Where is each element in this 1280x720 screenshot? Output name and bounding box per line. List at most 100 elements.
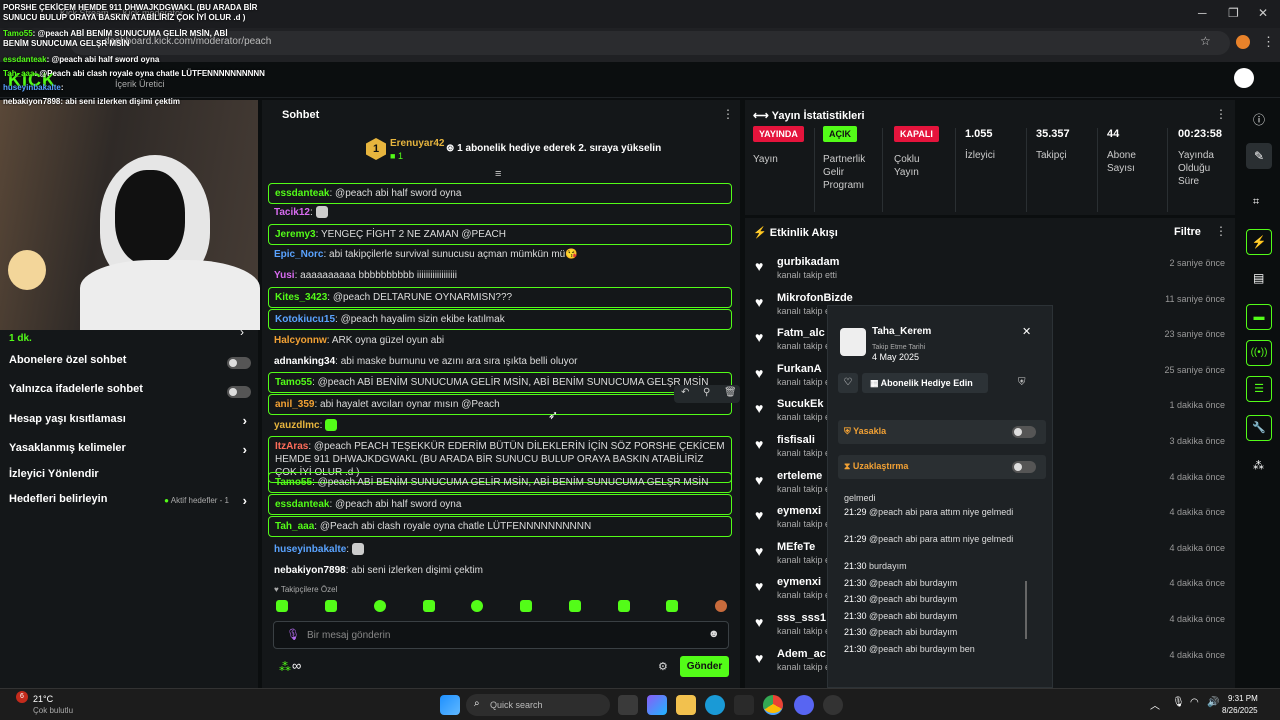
emote-only-toggle[interactable]: [227, 386, 251, 398]
chat-username[interactable]: Tah_aaa: [275, 521, 314, 532]
gift-sub-button[interactable]: ▦ Abonelik Hediye Edin: [862, 373, 988, 393]
chat-menu-icon[interactable]: ⋮: [722, 107, 734, 121]
ban-toggle[interactable]: [1012, 426, 1036, 438]
mic-tray-icon[interactable]: 🎙: [1172, 697, 1185, 708]
chevron-right-icon[interactable]: ›: [240, 325, 244, 339]
chat-message[interactable]: adnanking34: abi maske burnunu ve azını …: [268, 352, 732, 371]
timeout-toggle[interactable]: [1012, 461, 1036, 473]
activity-username[interactable]: Fatm_alc: [777, 327, 825, 339]
banned-words-row[interactable]: Yasaklanmış kelimeler ›: [9, 442, 251, 462]
activity-username[interactable]: sss_sss1: [777, 612, 826, 624]
chat-username[interactable]: huseyinbakalte: [274, 544, 346, 555]
timeout-row[interactable]: ⧗ Uzaklaştırma: [838, 455, 1046, 479]
apps-icon[interactable]: ⁂: [1253, 459, 1264, 472]
follow-heart-button[interactable]: ♡: [838, 373, 858, 393]
file-explorer-icon[interactable]: [676, 695, 696, 715]
activity-username[interactable]: fisfisali: [777, 434, 815, 446]
activity-item[interactable]: ♥ gurbikadam kanalı takip etti 2 saniye önc…: [755, 256, 1225, 291]
chat-username[interactable]: adnanking34: [274, 356, 335, 367]
task-view-icon[interactable]: [618, 695, 638, 715]
chat-message[interactable]: Jeremy3: YENGEÇ FİGHT 2 NE ZAMAN @PEACH: [268, 224, 732, 245]
activity-username[interactable]: FurkanA: [777, 363, 822, 375]
broadcast-icon[interactable]: ((•)): [1246, 340, 1272, 366]
chat-message[interactable]: Kotokiucu15: @peach hayalim sizin ekibe …: [268, 309, 732, 330]
mod-shield-icon[interactable]: ⛨: [1018, 377, 1026, 388]
close-icon[interactable]: ✕: [1022, 325, 1031, 338]
chat-message[interactable]: Tamo55: @peach ABİ BENİM SUNUCUMA GELİR …: [268, 472, 732, 493]
chat-username[interactable]: Kotokiucu15: [275, 314, 335, 325]
chat-message[interactable]: yauzdlmc:: [268, 416, 732, 435]
send-button[interactable]: Gönder: [680, 656, 729, 677]
start-button[interactable]: [440, 695, 460, 715]
clock-time[interactable]: 9:31 PM: [1228, 694, 1258, 703]
emote-icon[interactable]: [520, 600, 532, 612]
chat-message[interactable]: essdanteak: @peach abi half sword oyna: [268, 183, 732, 204]
emote-icon[interactable]: [569, 600, 581, 612]
activity-menu-icon[interactable]: ⋮: [1215, 224, 1227, 238]
subscriber-only-toggle[interactable]: [227, 357, 251, 369]
minimize-button[interactable]: ─: [1198, 6, 1207, 20]
chat-username[interactable]: Kites_3423: [275, 292, 327, 303]
chat-message[interactable]: anil_359: abi hayalet avcıları oynar mıs…: [268, 394, 732, 415]
lightning-icon[interactable]: ⚡: [1246, 229, 1272, 255]
emote-icon[interactable]: [423, 600, 435, 612]
delete-icon[interactable]: 🗑: [724, 387, 737, 398]
chat-username[interactable]: Jeremy3: [275, 229, 316, 240]
activity-username[interactable]: MEfeTe: [777, 541, 815, 553]
edit-icon[interactable]: ✎: [1246, 143, 1272, 169]
chat-username[interactable]: anil_359: [275, 399, 314, 410]
browser-menu-icon[interactable]: ⋮: [1262, 34, 1275, 50]
filter-button[interactable]: Filtre: [1174, 226, 1201, 238]
weather-desc[interactable]: Çok bulutlu: [33, 706, 73, 715]
chat-input[interactable]: 🎙 Bir mesaj gönderin ☻: [273, 621, 729, 649]
emoji-icon[interactable]: ☻: [708, 628, 720, 640]
kick-points-icon[interactable]: ⁂: [279, 660, 291, 674]
mic-icon[interactable]: 🎙: [286, 628, 300, 641]
chat-username[interactable]: Tacik12: [274, 207, 310, 218]
chat-message[interactable]: Tamo55: @peach ABİ BENİM SUNUCUMA GELİR …: [268, 372, 732, 393]
discord-icon[interactable]: [794, 695, 814, 715]
activity-username[interactable]: gurbikadam: [777, 256, 839, 268]
emote-icon[interactable]: [666, 600, 678, 612]
chat-username[interactable]: Yusi: [274, 270, 295, 281]
profile-avatar[interactable]: [1236, 35, 1250, 49]
info-icon[interactable]: ⓘ: [1253, 111, 1265, 128]
chat-username[interactable]: essdanteak: [275, 499, 329, 510]
chat-username[interactable]: yauzdlmc: [274, 420, 320, 431]
activity-username[interactable]: eymenxi: [777, 505, 821, 517]
history-scrollbar[interactable]: [1025, 581, 1027, 639]
ban-row[interactable]: ⛨ Yasakla: [838, 420, 1046, 444]
chat-username[interactable]: Epic_Norc: [274, 249, 323, 260]
chat-message[interactable]: nebakiyon7898: abi seni izlerken dişimi …: [268, 561, 732, 580]
maximize-button[interactable]: ❐: [1228, 6, 1239, 20]
chat-message[interactable]: Kites_3423: @peach DELTARUNE OYNARMISN??…: [268, 287, 732, 308]
activity-username[interactable]: eymenxi: [777, 576, 821, 588]
chat-bubble-icon[interactable]: ▬: [1246, 304, 1272, 330]
emote-icon[interactable]: [374, 600, 386, 612]
goals-row[interactable]: Hedefleri belirleyin ● Aktif hedefler - …: [9, 493, 251, 513]
emote-icon[interactable]: [618, 600, 630, 612]
account-age-row[interactable]: Hesap yaşı kısıtlaması ›: [9, 413, 251, 433]
emote-icon[interactable]: [715, 600, 727, 612]
chat-message[interactable]: Yusi: aaaaaaaaaa bbbbbbbbbb iiiiiiiiiiii…: [268, 266, 732, 285]
wifi-icon[interactable]: ◠: [1190, 697, 1199, 708]
pin-icon[interactable]: ⚲: [703, 387, 710, 398]
activity-username[interactable]: Adem_ac: [777, 648, 826, 660]
layout-icon[interactable]: ☰: [1246, 376, 1272, 402]
clock-date[interactable]: 8/26/2025: [1222, 706, 1258, 715]
raid-row[interactable]: İzleyici Yönlendir: [9, 468, 251, 488]
obs-icon[interactable]: [823, 695, 843, 715]
screen-icon[interactable]: ⌗: [1253, 196, 1259, 209]
emote-only-chat-row[interactable]: Yalnızca ifadelerle sohbet: [9, 383, 251, 403]
activity-username[interactable]: erteleme: [777, 470, 822, 482]
chat-username[interactable]: nebakiyon7898: [274, 565, 346, 576]
wrench-icon[interactable]: 🔧: [1246, 415, 1272, 441]
store-icon[interactable]: [734, 695, 754, 715]
chat-message[interactable]: Tacik12:: [268, 203, 732, 222]
tray-chevron-icon[interactable]: ︿: [1150, 697, 1160, 712]
close-window-button[interactable]: ✕: [1258, 6, 1268, 20]
volume-icon[interactable]: 🔊: [1207, 697, 1219, 708]
notes-icon[interactable]: ▤: [1253, 271, 1264, 285]
chat-username[interactable]: Tamo55: [275, 377, 312, 388]
reply-icon[interactable]: ↶: [681, 387, 689, 398]
